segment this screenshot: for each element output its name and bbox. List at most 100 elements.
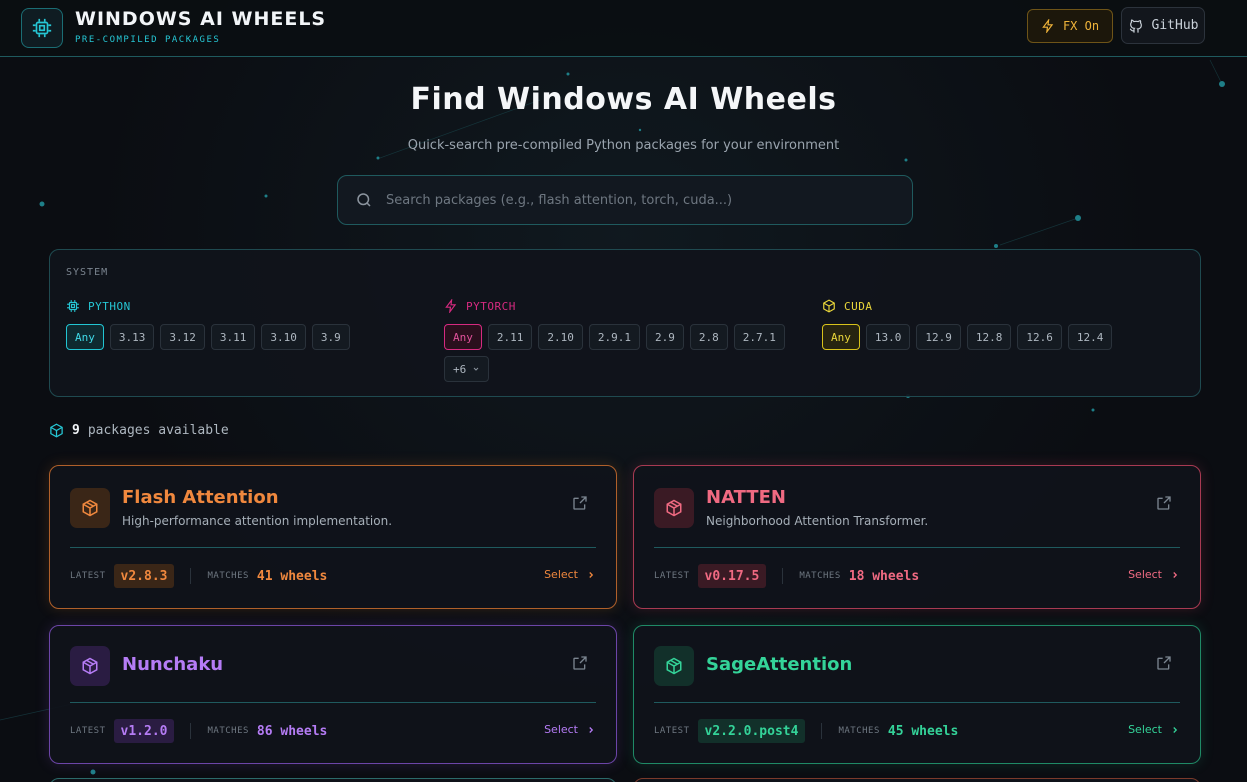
github-icon bbox=[1129, 18, 1142, 33]
python-option-3-9[interactable]: 3.9 bbox=[311, 324, 350, 350]
cuda-option-13-0[interactable]: 13.0 bbox=[865, 324, 911, 350]
cuda-option-12-6[interactable]: 12.6 bbox=[1017, 324, 1062, 350]
chevron-down-icon bbox=[473, 367, 479, 371]
python-option-3-12[interactable]: 3.12 bbox=[160, 324, 205, 350]
fx-toggle-button[interactable]: FX On bbox=[1027, 9, 1113, 43]
package-icon bbox=[654, 488, 694, 528]
latest-label: LATEST bbox=[70, 726, 106, 736]
chip-icon bbox=[32, 18, 52, 38]
matches-label: MATCHES bbox=[207, 726, 249, 736]
pytorch-label: PYTORCH bbox=[466, 299, 516, 313]
select-button[interactable]: Select bbox=[1128, 723, 1180, 736]
cuda-option-12-9[interactable]: 12.9 bbox=[916, 324, 961, 350]
cube-icon bbox=[50, 423, 63, 438]
lightning-icon bbox=[445, 299, 457, 313]
python-label: PYTHON bbox=[88, 299, 131, 313]
cuda-option-12-4[interactable]: 12.4 bbox=[1067, 324, 1113, 350]
pytorch-option-2-9-1[interactable]: 2.9.1 bbox=[588, 324, 640, 350]
chevron-right-icon bbox=[1173, 726, 1178, 733]
package-icon-glyph bbox=[82, 657, 98, 675]
python-option-3-10[interactable]: 3.10 bbox=[261, 324, 306, 350]
package-icon bbox=[654, 646, 694, 686]
system-filter-panel: SYSTEM PYTHON Any 3.13 3.12 3.11 3.10 3.… bbox=[49, 249, 1201, 397]
page-title: Find Windows AI Wheels bbox=[410, 82, 837, 117]
pytorch-option-any[interactable]: Any bbox=[444, 324, 482, 350]
latest-label: LATEST bbox=[654, 571, 690, 581]
pytorch-option-2-7-1[interactable]: 2.7.1 bbox=[733, 324, 785, 350]
matches-label: MATCHES bbox=[207, 571, 249, 581]
python-option-3-13[interactable]: 3.13 bbox=[109, 324, 155, 350]
pytorch-option-2-11[interactable]: 2.11 bbox=[487, 324, 533, 350]
system-label: SYSTEM bbox=[66, 267, 109, 278]
page-subtitle: Quick-search pre-compiled Python package… bbox=[407, 138, 840, 153]
python-filter: PYTHON Any 3.13 3.12 3.11 3.10 3.9 bbox=[66, 298, 426, 350]
package-card-sageattention[interactable]: SageAttention LATEST v2.2.0.post4 MATCHE… bbox=[633, 625, 1201, 764]
package-card-flash-attention[interactable]: Flash Attention High-performance attenti… bbox=[49, 465, 617, 609]
logo[interactable] bbox=[21, 8, 63, 48]
results-number: 9 bbox=[72, 423, 80, 438]
package-card-partial[interactable] bbox=[49, 778, 617, 782]
package-icon-glyph bbox=[666, 499, 682, 517]
pytorch-filter: PYTORCH Any 2.11 2.10 2.9.1 2.9 2.8 2.7.… bbox=[444, 298, 806, 382]
more-count: +6 bbox=[453, 362, 467, 376]
select-button[interactable]: Select bbox=[544, 723, 596, 736]
package-name[interactable]: Nunchaku bbox=[122, 654, 223, 675]
external-link-icon[interactable] bbox=[572, 655, 588, 671]
matches-count: 18 wheels bbox=[848, 568, 920, 584]
matches-count: 45 wheels bbox=[887, 723, 959, 739]
package-icon-glyph bbox=[82, 499, 98, 517]
python-option-3-11[interactable]: 3.11 bbox=[210, 324, 256, 350]
cuda-filter: CUDA Any 13.0 12.9 12.8 12.6 12.4 bbox=[822, 298, 1182, 350]
package-card-partial[interactable] bbox=[633, 778, 1201, 782]
card-divider bbox=[654, 702, 1180, 703]
matches-count: 86 wheels bbox=[256, 723, 328, 739]
latest-version: v2.2.0.post4 bbox=[697, 719, 806, 743]
card-divider bbox=[654, 547, 1180, 548]
card-divider bbox=[70, 547, 596, 548]
chip-icon bbox=[67, 300, 79, 312]
pytorch-option-2-9[interactable]: 2.9 bbox=[646, 324, 684, 350]
external-link-icon[interactable] bbox=[572, 495, 588, 511]
pytorch-option-2-8[interactable]: 2.8 bbox=[689, 324, 728, 350]
fx-label: FX On bbox=[1062, 19, 1100, 33]
pytorch-more-button[interactable]: +6 bbox=[444, 356, 490, 382]
pytorch-option-2-10[interactable]: 2.10 bbox=[538, 324, 583, 350]
package-description: Neighborhood Attention Transformer. bbox=[706, 514, 929, 528]
external-link-icon[interactable] bbox=[1156, 495, 1172, 511]
package-meta: LATEST v2.8.3 MATCHES 41 wheels bbox=[70, 564, 327, 588]
matches-count: 41 wheels bbox=[256, 568, 328, 584]
package-name[interactable]: Flash Attention bbox=[122, 487, 279, 508]
package-description: High-performance attention implementatio… bbox=[122, 514, 393, 528]
select-button[interactable]: Select bbox=[1128, 568, 1180, 581]
python-option-any[interactable]: Any bbox=[66, 324, 104, 350]
package-card-natten[interactable]: NATTEN Neighborhood Attention Transforme… bbox=[633, 465, 1201, 609]
cuda-option-12-8[interactable]: 12.8 bbox=[966, 324, 1012, 350]
matches-label: MATCHES bbox=[799, 571, 841, 581]
package-card-nunchaku[interactable]: Nunchaku LATEST v1.2.0 MATCHES 86 wheels… bbox=[49, 625, 617, 764]
app-subtitle: PRE-COMPILED PACKAGES bbox=[75, 35, 221, 45]
results-label: packages available bbox=[87, 423, 229, 438]
package-icon bbox=[70, 488, 110, 528]
cuda-option-any[interactable]: Any bbox=[822, 324, 860, 350]
cuda-label: CUDA bbox=[844, 299, 873, 313]
package-icon-glyph bbox=[666, 657, 682, 675]
latest-label: LATEST bbox=[654, 726, 690, 736]
card-divider bbox=[70, 702, 596, 703]
github-button[interactable]: GitHub bbox=[1121, 7, 1205, 44]
package-name[interactable]: NATTEN bbox=[706, 487, 786, 508]
select-label: Select bbox=[1128, 568, 1162, 581]
select-label: Select bbox=[1128, 723, 1162, 736]
package-meta: LATEST v0.17.5 MATCHES 18 wheels bbox=[654, 564, 919, 588]
cube-icon bbox=[823, 299, 835, 313]
latest-version: v0.17.5 bbox=[697, 564, 767, 588]
select-label: Select bbox=[544, 723, 578, 736]
latest-version: v1.2.0 bbox=[113, 719, 175, 743]
search-bar[interactable] bbox=[337, 175, 913, 225]
latest-version: v2.8.3 bbox=[113, 564, 175, 588]
search-input[interactable] bbox=[386, 192, 912, 208]
search-icon bbox=[354, 190, 374, 210]
select-button[interactable]: Select bbox=[544, 568, 596, 581]
package-name[interactable]: SageAttention bbox=[706, 654, 852, 675]
external-link-icon[interactable] bbox=[1156, 655, 1172, 671]
chevron-right-icon bbox=[1173, 571, 1178, 578]
